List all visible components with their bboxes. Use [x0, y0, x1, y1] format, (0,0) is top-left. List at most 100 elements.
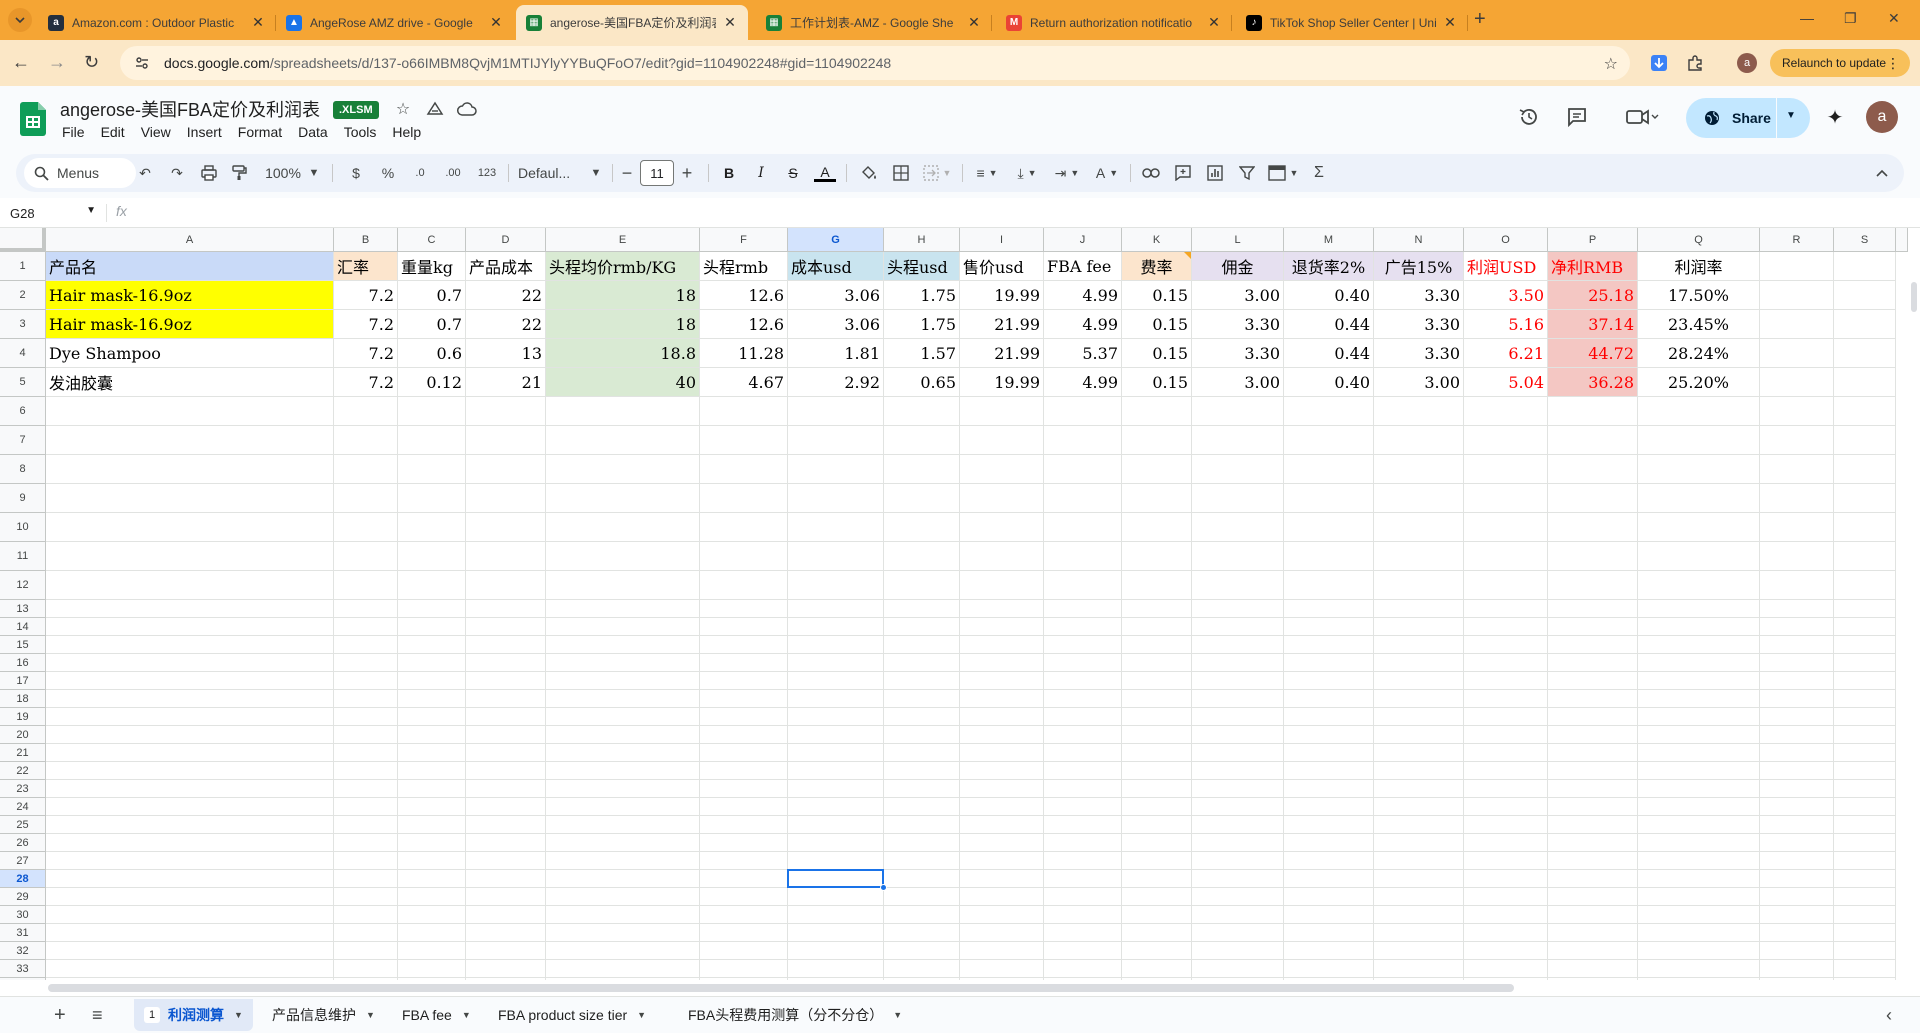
cell-i5[interactable]: 19.99 [960, 368, 1044, 397]
cell-h4[interactable]: 1.57 [884, 339, 960, 368]
minimize-window-button[interactable]: — [1800, 10, 1814, 26]
sheet-tab[interactable]: FBA fee ▼ [392, 999, 481, 1031]
row-header[interactable]: 21 [0, 744, 46, 762]
sheet-nav-left-icon[interactable]: ‹ [1886, 1006, 1892, 1024]
cell-c4[interactable]: 0.6 [398, 339, 466, 368]
menu-tools[interactable]: Tools [336, 124, 385, 140]
menu-data[interactable]: Data [290, 124, 336, 140]
menu-file[interactable]: File [54, 124, 93, 140]
bold-icon[interactable]: B [718, 162, 740, 184]
cell-p1[interactable]: 净利RMB [1548, 252, 1638, 281]
column-header-d[interactable]: D [466, 228, 546, 252]
cell-q4[interactable]: 28.24% [1638, 339, 1760, 368]
cell-f1[interactable]: 头程rmb [700, 252, 788, 281]
add-sheet-button[interactable]: + [54, 1005, 66, 1025]
insert-comment-icon[interactable] [1172, 162, 1194, 184]
row-header[interactable]: 26 [0, 834, 46, 852]
cell-c1[interactable]: 重量kg [398, 252, 466, 281]
row-header[interactable]: 9 [0, 484, 46, 513]
site-info-icon[interactable] [134, 55, 150, 71]
comments-icon[interactable] [1566, 106, 1588, 128]
cell-d3[interactable]: 22 [466, 310, 546, 339]
document-title[interactable]: angerose-美国FBA定价及利润表 [60, 96, 320, 122]
row-header[interactable]: 23 [0, 780, 46, 798]
row-header[interactable]: 29 [0, 888, 46, 906]
cell-a2[interactable]: Hair mask-16.9oz [46, 281, 334, 310]
cell-o4[interactable]: 6.21 [1464, 339, 1548, 368]
cell-m4[interactable]: 0.44 [1284, 339, 1374, 368]
cell-n3[interactable]: 3.30 [1374, 310, 1464, 339]
cell-m2[interactable]: 0.40 [1284, 281, 1374, 310]
row-header[interactable]: 5 [0, 368, 46, 397]
row-header[interactable]: 25 [0, 816, 46, 834]
cell-p3[interactable]: 37.14 [1548, 310, 1638, 339]
cell-q5[interactable]: 25.20% [1638, 368, 1760, 397]
column-header-e[interactable]: E [546, 228, 700, 252]
formula-input[interactable] [140, 198, 1900, 227]
cell-h1[interactable]: 头程usd [884, 252, 960, 281]
row-header[interactable]: 12 [0, 571, 46, 600]
row-header[interactable]: 15 [0, 636, 46, 654]
reload-button[interactable]: ↻ [84, 52, 99, 72]
browser-tab[interactable]: ♪ TikTok Shop Seller Center | Uni ✕ [1236, 5, 1468, 40]
forward-button[interactable]: → [48, 52, 66, 72]
percent-format-button[interactable]: % [378, 162, 398, 184]
increase-font-size-button[interactable]: + [678, 162, 696, 184]
italic-icon[interactable]: I [750, 162, 772, 184]
sheet-tab-caret-icon[interactable]: ▼ [637, 1010, 646, 1020]
cell-p4[interactable]: 44.72 [1548, 339, 1638, 368]
relaunch-to-update-button[interactable]: Relaunch to update ⋮ [1770, 49, 1910, 77]
cell-g2[interactable]: 3.06 [788, 281, 884, 310]
name-box[interactable]: G28 ▼ [10, 203, 100, 223]
row-header[interactable]: 16 [0, 654, 46, 672]
cell-e3[interactable]: 18 [546, 310, 700, 339]
cell-a5[interactable]: 发油胶囊 [46, 368, 334, 397]
cell-g1[interactable]: 成本usd [788, 252, 884, 281]
row-header[interactable]: 10 [0, 513, 46, 542]
collapse-toolbar-icon[interactable] [1872, 162, 1892, 184]
row-header[interactable]: 3 [0, 310, 46, 339]
sheet-tab[interactable]: FBA product size tier ▼ [488, 999, 656, 1031]
cell-n2[interactable]: 3.30 [1374, 281, 1464, 310]
column-header-a[interactable]: A [46, 228, 334, 252]
browser-tab[interactable]: ▲ AngeRose AMZ drive - Google ✕ [276, 5, 514, 40]
column-header-i[interactable]: I [960, 228, 1044, 252]
row-header[interactable]: 8 [0, 455, 46, 484]
menu-format[interactable]: Format [230, 124, 290, 140]
close-window-button[interactable]: ✕ [1888, 10, 1900, 27]
redo-icon[interactable]: ↷ [166, 162, 188, 184]
menu-edit[interactable]: Edit [93, 124, 133, 140]
row-header[interactable]: 30 [0, 906, 46, 924]
cell-a1[interactable]: 产品名 [46, 252, 334, 281]
cell-l3[interactable]: 3.30 [1192, 310, 1284, 339]
all-sheets-icon[interactable]: ≡ [92, 1006, 103, 1024]
sheet-tab-caret-icon[interactable]: ▼ [462, 1010, 471, 1020]
vertical-scrollbar[interactable] [1908, 252, 1920, 980]
row-header[interactable]: 32 [0, 942, 46, 960]
cell-j4[interactable]: 5.37 [1044, 339, 1122, 368]
account-avatar[interactable]: a [1866, 101, 1898, 133]
cell-l1[interactable]: 佣金 [1192, 252, 1284, 281]
tab-search-button[interactable] [8, 8, 32, 32]
horizontal-scrollbar[interactable] [0, 980, 1920, 996]
cell-a3[interactable]: Hair mask-16.9oz [46, 310, 334, 339]
vertical-align-icon[interactable]: ⤓ ▼ [1010, 162, 1044, 184]
sheet-tab-caret-icon[interactable]: ▼ [893, 1010, 902, 1020]
text-color-icon[interactable]: A [812, 162, 838, 184]
cloud-status-icon[interactable] [456, 98, 478, 120]
cell-m5[interactable]: 0.40 [1284, 368, 1374, 397]
row-header[interactable]: 19 [0, 708, 46, 726]
browser-tab[interactable]: M Return authorization notificatio ✕ [996, 5, 1232, 40]
column-header-n[interactable]: N [1374, 228, 1464, 252]
column-header-o[interactable]: O [1464, 228, 1548, 252]
row-header[interactable]: 18 [0, 690, 46, 708]
cell-o3[interactable]: 5.16 [1464, 310, 1548, 339]
column-header-l[interactable]: L [1192, 228, 1284, 252]
cell-m3[interactable]: 0.44 [1284, 310, 1374, 339]
tab-close-icon[interactable]: ✕ [488, 14, 504, 31]
row-header[interactable]: 33 [0, 960, 46, 978]
zoom-select[interactable]: 100% [260, 162, 306, 184]
strikethrough-icon[interactable]: S [782, 162, 804, 184]
cell-m1[interactable]: 退货率2% [1284, 252, 1374, 281]
fill-color-icon[interactable] [858, 162, 880, 184]
